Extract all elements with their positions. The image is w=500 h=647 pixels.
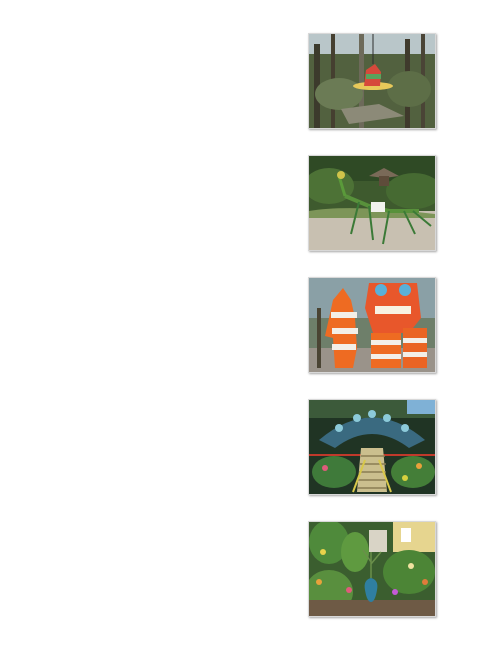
peacock-garden-photo	[309, 400, 435, 494]
photo-thumbnail-1[interactable]	[308, 33, 436, 129]
barrel-creatures-photo	[309, 278, 435, 372]
flower-garden-photo	[309, 522, 435, 616]
mantis-sculpture-photo	[309, 156, 435, 250]
photo-thumbnail-3[interactable]	[308, 277, 436, 373]
hat-sculpture-photo	[309, 34, 435, 128]
photo-thumbnail-2[interactable]	[308, 155, 436, 251]
photo-thumbnail-5[interactable]	[308, 521, 436, 617]
photo-thumbnail-4[interactable]	[308, 399, 436, 495]
